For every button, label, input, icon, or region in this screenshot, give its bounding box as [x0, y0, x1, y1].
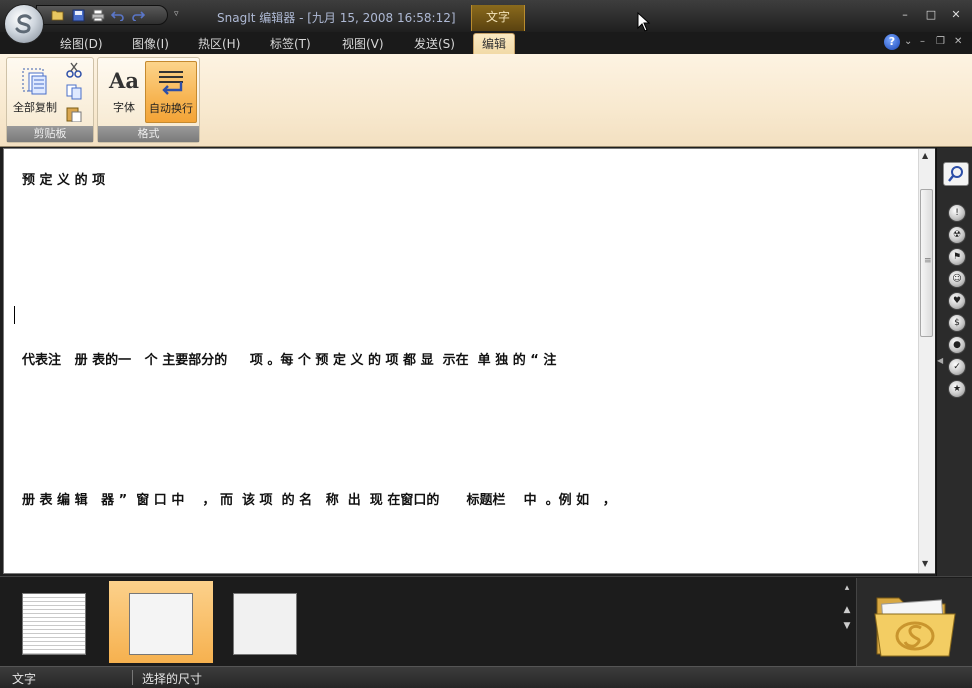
tab-image[interactable]: 图像(I)	[132, 35, 169, 54]
thumbnail-image	[22, 593, 86, 655]
tray-up-icon[interactable]: ▴	[840, 583, 854, 593]
snagit-logo-icon	[15, 14, 32, 34]
radiation-icon[interactable]: ☢	[948, 226, 966, 244]
tray-thumbnail[interactable]	[8, 581, 112, 663]
font-label: 字体	[113, 101, 135, 114]
collapse-sidebar-icon[interactable]: ◀	[937, 356, 943, 376]
editor-line-2: 代表注 册 表的一 个 主要部分的 项 。每 个 预 定 义 的 项 都 显 示…	[22, 353, 557, 368]
stamp-sidebar: ! ☢ ⚑ ☺ ♥ $ ● ✓ ★ ◀	[936, 148, 972, 576]
thumbnail-image	[233, 593, 297, 655]
doc-restore-button[interactable]: ❐	[936, 36, 945, 47]
dollar-icon[interactable]: $	[948, 314, 966, 332]
tab-tags[interactable]: 标签(T)	[270, 35, 311, 54]
title-bar: ▿ SnagIt 编辑器 - [九月 15, 2008 16:58:12] 文字…	[0, 0, 972, 44]
help-dropdown-icon[interactable]: ⌄	[904, 36, 912, 47]
tab-draw[interactable]: 绘图(D)	[60, 35, 103, 54]
scroll-down-icon[interactable]: ▼	[922, 559, 928, 568]
minimize-button[interactable]: –	[896, 8, 914, 22]
bulb-icon[interactable]: ●	[948, 336, 966, 354]
context-tab-title: 文字	[471, 5, 525, 31]
copy-all-label: 全部复制	[13, 101, 57, 114]
tray-scroll-down-icon[interactable]: ▼	[840, 621, 854, 631]
check-icon[interactable]: ✓	[948, 358, 966, 376]
format-group-label: 格式	[98, 126, 199, 142]
save-icon[interactable]	[71, 8, 85, 22]
window-title: SnagIt 编辑器 - [九月 15, 2008 16:58:12]	[217, 11, 456, 25]
undo-icon[interactable]	[111, 8, 125, 22]
word-wrap-button[interactable]: 自动换行	[145, 61, 197, 123]
tab-view[interactable]: 视图(V)	[342, 35, 384, 54]
tray-thumbnail[interactable]	[210, 581, 314, 663]
scroll-up-icon[interactable]: ▲	[922, 151, 928, 160]
font-icon: Aa	[109, 68, 139, 93]
close-button[interactable]: ✕	[947, 8, 965, 22]
ribbon-tab-bar: 绘图(D) 图像(I) 热区(H) 标签(T) 视图(V) 发送(S) 编辑	[0, 32, 972, 55]
text-editor[interactable]: 预 定 义 的 项 代表注 册 表的一 个 主要部分的 项 。每 个 预 定 义…	[3, 148, 935, 574]
tray-navigation: ▴ ▲ ▼	[840, 583, 854, 661]
tab-edit[interactable]: 编辑	[473, 33, 516, 55]
copy-all-icon	[19, 65, 51, 97]
clipboard-group-label: 剪贴板	[7, 126, 93, 142]
editor-scrollbar[interactable]: ▲ ≡ ▼	[918, 149, 935, 573]
scissors-icon[interactable]	[65, 62, 83, 78]
format-group: Aa 字体 自动换行 格式	[97, 57, 200, 143]
maximize-button[interactable]: □	[922, 8, 940, 22]
help-icon[interactable]: ?	[884, 34, 900, 50]
status-selection-size: 选择的尺寸	[142, 672, 203, 686]
paste-icon[interactable]	[65, 106, 83, 123]
quick-access-toolbar	[36, 5, 168, 25]
ribbon-panel: 全部复制 剪贴板 Aa 字体 自动换行 格式	[0, 54, 972, 147]
print-icon[interactable]	[91, 8, 105, 22]
heart-icon[interactable]: ♥	[948, 292, 966, 310]
mouse-pointer-icon	[637, 11, 651, 36]
folder-icon	[874, 597, 956, 657]
star-icon[interactable]: ★	[948, 380, 966, 398]
open-icon[interactable]	[51, 8, 65, 22]
library-folder-button[interactable]	[856, 578, 972, 666]
app-menu-orb[interactable]	[4, 4, 44, 44]
thumbnail-image	[129, 593, 193, 655]
search-icon[interactable]	[943, 162, 969, 186]
flag-icon[interactable]: ⚑	[948, 248, 966, 266]
copy-icon[interactable]	[65, 84, 83, 100]
tab-send[interactable]: 发送(S)	[414, 35, 455, 54]
copy-all-button[interactable]: 全部复制	[9, 61, 61, 123]
capture-tray: ▴ ▲ ▼	[0, 576, 972, 666]
text-caret	[14, 306, 15, 324]
font-button[interactable]: Aa 字体	[98, 61, 150, 123]
doc-minimize-button[interactable]: –	[920, 36, 925, 47]
word-wrap-icon	[155, 66, 187, 98]
editor-line-1: 预 定 义 的 项	[22, 173, 106, 188]
customize-toolbar-icon[interactable]: ▿	[174, 9, 182, 19]
word-wrap-label: 自动换行	[149, 102, 193, 115]
clipboard-group: 全部复制 剪贴板	[6, 57, 94, 143]
redo-icon[interactable]	[131, 8, 145, 22]
scrollbar-thumb[interactable]: ≡	[920, 189, 933, 337]
status-bar: 文字 选择的尺寸	[0, 666, 972, 688]
status-mode: 文字	[12, 672, 37, 686]
warning-icon[interactable]: !	[948, 204, 966, 222]
doc-close-button[interactable]: ✕	[954, 36, 962, 47]
tray-thumbnail-selected[interactable]	[109, 581, 213, 663]
status-divider	[132, 670, 133, 685]
tray-scroll-up-icon[interactable]: ▲	[840, 605, 854, 615]
tab-hotspot[interactable]: 热区(H)	[198, 35, 240, 54]
smiley-icon[interactable]: ☺	[948, 270, 966, 288]
editor-line-3: 册 表 编 辑 器 ” 窗 口 中 ， 而 该 项 的 名 称 出 现 在窗口的…	[22, 493, 616, 508]
